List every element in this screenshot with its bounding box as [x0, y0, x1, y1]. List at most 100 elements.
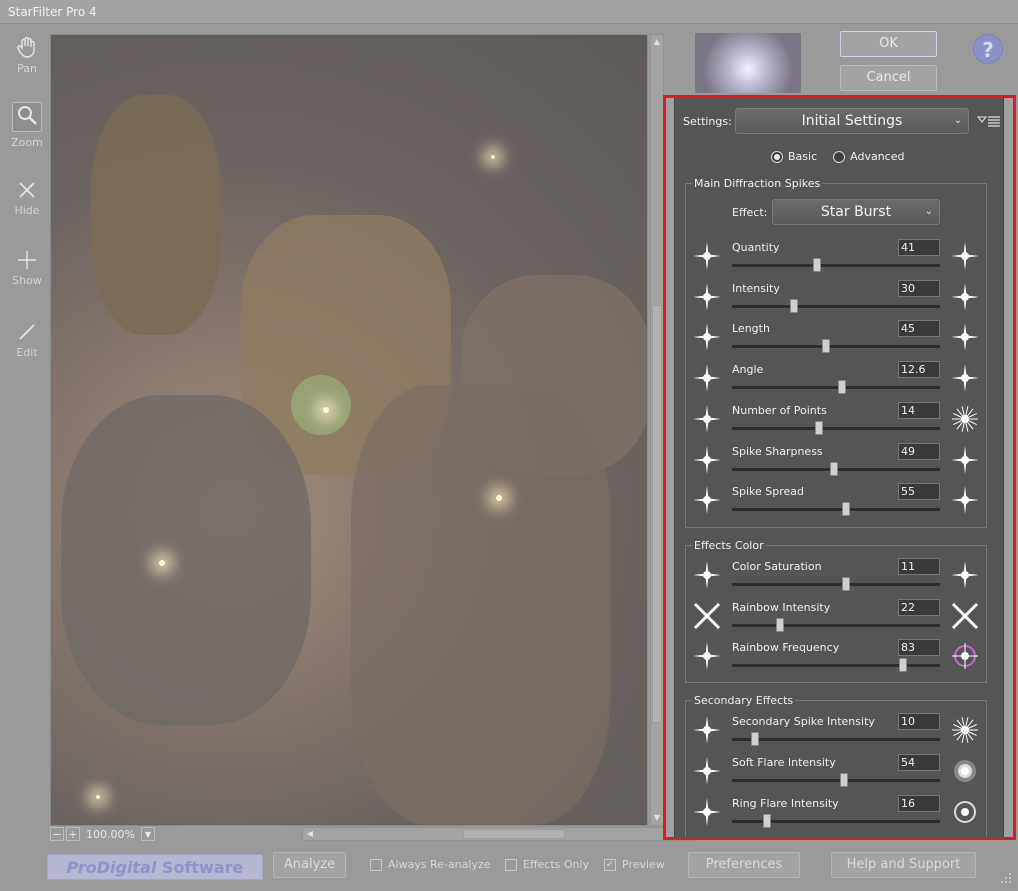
param-slider[interactable] [732, 258, 940, 272]
zoom-tool[interactable]: Zoom [6, 102, 48, 149]
param-preview-low [692, 560, 722, 590]
effects-only-checkbox[interactable]: Effects Only [505, 858, 589, 871]
cancel-button[interactable]: Cancel [840, 65, 937, 91]
slider-thumb[interactable] [763, 814, 772, 828]
param-value-input[interactable]: 49 [898, 442, 940, 460]
prodigital-logo: ProDigital Software [47, 854, 263, 880]
slider-thumb[interactable] [750, 732, 759, 746]
always-reanalyze-checkbox[interactable]: Always Re-analyze [370, 858, 491, 871]
param-preview-high [950, 322, 980, 352]
star-highlight [96, 795, 100, 799]
param-slider[interactable] [732, 380, 940, 395]
slider-thumb[interactable] [821, 339, 830, 354]
param-value-input[interactable]: 14 [898, 401, 940, 419]
hand-icon [17, 36, 35, 58]
param-value-input[interactable]: 45 [898, 320, 940, 338]
slider-thumb[interactable] [842, 577, 851, 591]
param-value-input[interactable]: 16 [898, 795, 940, 812]
param-slider[interactable] [732, 658, 940, 672]
param-value-input[interactable]: 22 [898, 598, 940, 616]
effect-label: Effect: [732, 205, 768, 219]
zoom-dropdown-icon[interactable]: ▼ [140, 827, 155, 841]
mode-advanced-radio[interactable]: Advanced [833, 150, 904, 163]
slider-thumb[interactable] [838, 380, 847, 395]
preview-vertical-scrollbar[interactable]: ▲ ▼ [650, 34, 664, 826]
param-slider[interactable] [732, 461, 940, 476]
mode-basic-radio[interactable]: Basic [771, 150, 817, 163]
jar-shape [91, 95, 221, 335]
slider-thumb[interactable] [813, 258, 822, 272]
pan-tool[interactable]: Pan [6, 36, 48, 75]
param-value-input[interactable]: 54 [898, 754, 940, 771]
star-low-icon [693, 642, 721, 670]
param-preview-low [692, 715, 722, 745]
zoom-in-button[interactable]: + [66, 827, 80, 841]
param-value-input[interactable]: 83 [898, 639, 940, 656]
param-slider[interactable] [732, 502, 940, 517]
param-slider[interactable] [732, 732, 940, 746]
preview-horizontal-scrollbar[interactable]: ◀ ▶ [302, 827, 698, 841]
scroll-down-icon[interactable]: ▼ [651, 812, 663, 824]
preview-checkbox[interactable]: ✓ Preview [604, 858, 665, 871]
star-high-icon [952, 643, 978, 669]
preview-image[interactable] [50, 34, 648, 826]
param-preview-high [950, 241, 980, 271]
cross-icon [19, 182, 35, 198]
scroll-thumb[interactable] [652, 305, 662, 723]
slider-thumb[interactable] [898, 658, 907, 672]
param-label: Number of Points [732, 403, 827, 417]
scroll-thumb[interactable] [463, 829, 565, 839]
param-label: Ring Flare Intensity [732, 797, 839, 810]
scroll-left-icon[interactable]: ◀ [304, 828, 316, 840]
param-value-input[interactable]: 41 [898, 239, 940, 256]
param-slider[interactable] [732, 420, 940, 435]
effect-select[interactable]: Star Burst ⌄ [772, 199, 940, 225]
param-label: Secondary Spike Intensity [732, 715, 875, 728]
preferences-button[interactable]: Preferences [688, 852, 800, 878]
slider-thumb[interactable] [829, 461, 838, 476]
settings-label: Settings: [683, 114, 732, 128]
slider-thumb[interactable] [815, 420, 824, 435]
param-preview-high [950, 282, 980, 312]
effects-color-group: Effects Color Color Saturation 11 Rainbow … [685, 539, 987, 683]
param-value-input[interactable]: 12.6 [898, 361, 940, 379]
resize-grip-icon[interactable] [1000, 872, 1012, 884]
ok-button[interactable]: OK [840, 31, 937, 57]
help-icon[interactable]: ? [973, 34, 1003, 64]
edit-tool[interactable]: Edit [6, 322, 48, 359]
help-and-support-button[interactable]: Help and Support [831, 852, 976, 878]
param-value-input[interactable]: 30 [898, 279, 940, 297]
param-slider[interactable] [732, 617, 940, 632]
settings-preset-select[interactable]: Initial Settings ⌄ [734, 108, 970, 134]
param-slider[interactable] [732, 773, 940, 787]
param-slider[interactable] [732, 814, 940, 828]
slider-thumb[interactable] [840, 773, 849, 787]
analyze-button[interactable]: Analyze [273, 852, 346, 878]
param-slider[interactable] [732, 339, 940, 354]
param-value-input[interactable]: 10 [898, 713, 940, 730]
param-preview-low [692, 797, 722, 827]
main-diffraction-spikes-group: Main Diffraction Spikes Effect: Star Bur… [685, 177, 987, 528]
star-low-icon [693, 404, 721, 433]
param-slider[interactable] [732, 298, 940, 313]
show-tool[interactable]: Show [6, 250, 48, 287]
group-title: Secondary Effects [692, 694, 796, 707]
slider-thumb[interactable] [842, 502, 851, 517]
hide-tool[interactable]: Hide [6, 180, 48, 217]
logo-text: Software [156, 858, 244, 877]
star-low-icon [693, 242, 721, 270]
param-value-input[interactable]: 55 [898, 483, 940, 501]
slider-thumb[interactable] [790, 298, 799, 313]
group-title: Main Diffraction Spikes [692, 177, 823, 190]
param-label: Intensity [732, 281, 780, 295]
star-low-icon [693, 282, 721, 311]
zoom-out-button[interactable]: − [50, 827, 64, 841]
menu-icon[interactable] [977, 114, 1001, 128]
param-preview-low [692, 282, 722, 312]
param-value-input[interactable]: 11 [898, 558, 940, 575]
param-slider[interactable] [732, 577, 940, 591]
edit-label: Edit [16, 346, 38, 359]
scroll-up-icon[interactable]: ▲ [651, 36, 663, 48]
slider-thumb[interactable] [775, 617, 784, 632]
param-preview-low [692, 641, 722, 671]
